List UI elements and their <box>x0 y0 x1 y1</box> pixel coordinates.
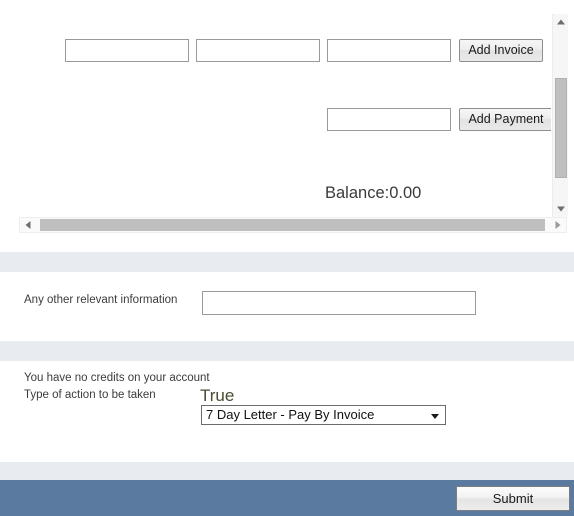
scroll-down-arrow-icon[interactable] <box>553 201 568 217</box>
add-invoice-button[interactable]: Add Invoice <box>459 39 543 62</box>
panel-vertical-scrollbar[interactable] <box>552 14 568 217</box>
other-information-input[interactable] <box>202 291 476 315</box>
add-payment-button[interactable]: Add Payment <box>459 108 551 131</box>
true-flag-text: True <box>200 386 235 405</box>
scroll-left-arrow-icon[interactable] <box>20 218 36 232</box>
invoice-field-1[interactable] <box>65 39 189 62</box>
scroll-right-arrow-icon[interactable] <box>550 218 566 232</box>
action-type-select[interactable]: 7 Day Letter - Pay By Invoice <box>201 405 446 425</box>
section-divider-band-2 <box>0 341 574 361</box>
other-information-label: Any other relevant information <box>24 294 178 306</box>
action-type-selected-value: 7 Day Letter - Pay By Invoice <box>206 407 375 422</box>
footer-bar: Submit <box>0 480 574 516</box>
scroll-up-arrow-icon[interactable] <box>553 14 568 30</box>
invoice-panel: Add Invoice Add Payment Balance:0.00 <box>0 0 574 238</box>
invoice-field-2[interactable] <box>196 39 320 62</box>
section-divider-band-3 <box>0 462 574 482</box>
vertical-scroll-thumb[interactable] <box>555 78 567 178</box>
panel-horizontal-scrollbar[interactable] <box>19 217 567 233</box>
section-divider-band-1 <box>0 252 574 272</box>
chevron-down-icon <box>431 414 439 419</box>
action-type-label: Type of action to be taken <box>24 389 156 401</box>
balance-text: Balance:0.00 <box>325 184 422 202</box>
payment-amount-field[interactable] <box>327 108 451 131</box>
submit-button[interactable]: Submit <box>456 486 570 511</box>
invoice-field-3[interactable] <box>327 39 451 62</box>
invoice-panel-viewport: Add Invoice Add Payment Balance:0.00 <box>0 14 551 217</box>
credits-message: You have no credits on your account <box>24 372 210 384</box>
horizontal-scroll-thumb[interactable] <box>40 219 545 231</box>
